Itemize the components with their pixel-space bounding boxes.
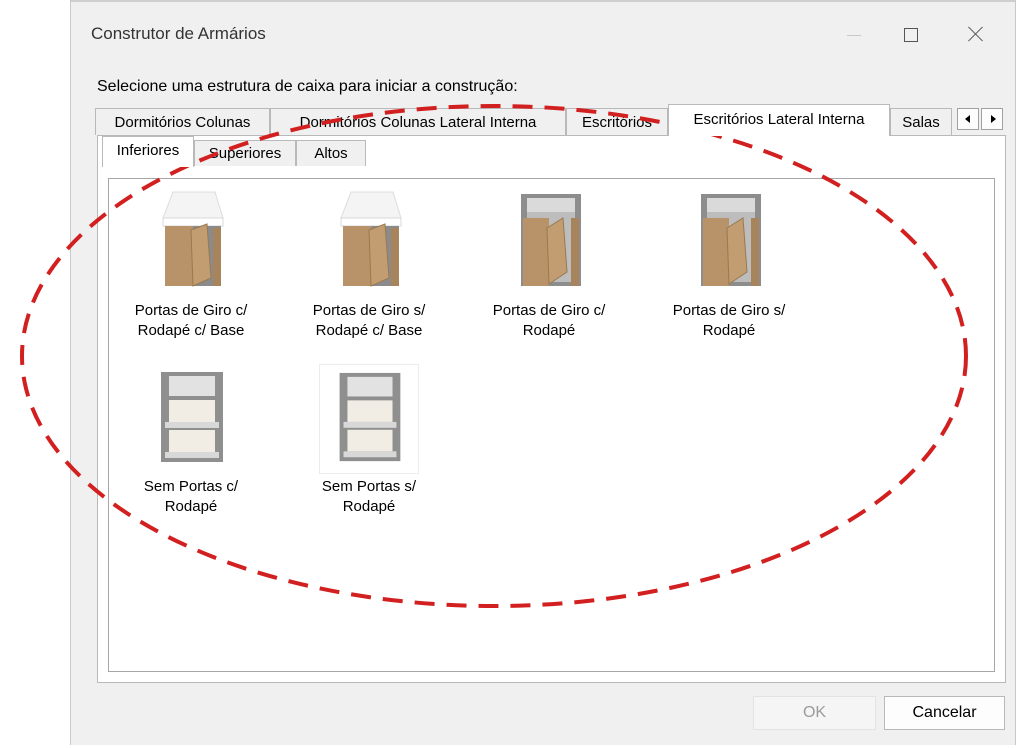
cabinet-doors-open-icon: [521, 194, 581, 286]
cabinet-doors-open-icon: [701, 194, 761, 286]
item-label: Portas de Giro c/Rodapé: [492, 302, 606, 339]
tab-scroll-arrows: [957, 108, 1005, 130]
subtab-altos[interactable]: Altos: [296, 140, 366, 166]
tab-dormitorios-colunas[interactable]: Dormitórios Colunas: [95, 108, 270, 135]
tab-escritorios[interactable]: Escritórios: [566, 108, 668, 135]
arrow-left-icon[interactable]: [957, 108, 979, 130]
tab-escritorios-lateral-interna[interactable]: Escritórios Lateral Interna: [668, 104, 890, 136]
item-label: Sem Portas s/Rodapé: [321, 478, 417, 515]
tab-content-panel: Inferiores Superiores Altos Portas de Gi…: [97, 135, 1006, 683]
window-title: Construtor de Armários: [91, 24, 266, 43]
cabinet-shelves-icon: [161, 372, 223, 462]
list-item[interactable]: Portas de Giro c/Rodapé c/ Base: [101, 188, 281, 368]
cabinet-list-view: Portas de Giro c/Rodapé c/ Base Portas d…: [108, 178, 995, 672]
list-item[interactable]: Sem Portas s/Rodapé: [279, 364, 459, 544]
cabinet-builder-window: Construtor de Armários Selecione uma est…: [70, 0, 1016, 745]
cabinet-doors-top-icon: [340, 191, 402, 287]
list-item[interactable]: Portas de Giro c/Rodapé: [459, 188, 639, 368]
tab-dormitorios-colunas-lateral-interna[interactable]: Dormitórios Colunas Lateral Interna: [270, 108, 566, 135]
cabinet-shelves-icon: [319, 364, 419, 474]
arrow-right-icon[interactable]: [981, 108, 1003, 130]
ok-button[interactable]: OK: [753, 696, 876, 730]
item-label: Portas de Giro s/Rodapé c/ Base: [312, 302, 426, 339]
list-item[interactable]: Portas de Giro s/Rodapé c/ Base: [279, 188, 459, 368]
title-bar: Construtor de Armários: [71, 0, 1015, 66]
item-label: Sem Portas c/Rodapé: [143, 478, 239, 515]
minimize-icon[interactable]: [831, 18, 877, 52]
list-item[interactable]: Sem Portas c/Rodapé: [101, 364, 281, 544]
subtab-inferiores[interactable]: Inferiores: [102, 136, 194, 167]
maximize-icon[interactable]: [887, 18, 933, 52]
item-label: Portas de Giro s/Rodapé: [672, 302, 786, 339]
instruction-text: Selecione uma estrutura de caixa para in…: [97, 78, 518, 95]
list-item[interactable]: Portas de Giro s/Rodapé: [639, 188, 819, 368]
cabinet-doors-top-icon: [162, 191, 224, 287]
cancel-button[interactable]: Cancelar: [884, 696, 1005, 730]
subtab-superiores[interactable]: Superiores: [194, 140, 296, 166]
tab-salas[interactable]: Salas: [890, 108, 952, 135]
close-icon[interactable]: [953, 18, 999, 52]
item-label: Portas de Giro c/Rodapé c/ Base: [134, 302, 248, 339]
